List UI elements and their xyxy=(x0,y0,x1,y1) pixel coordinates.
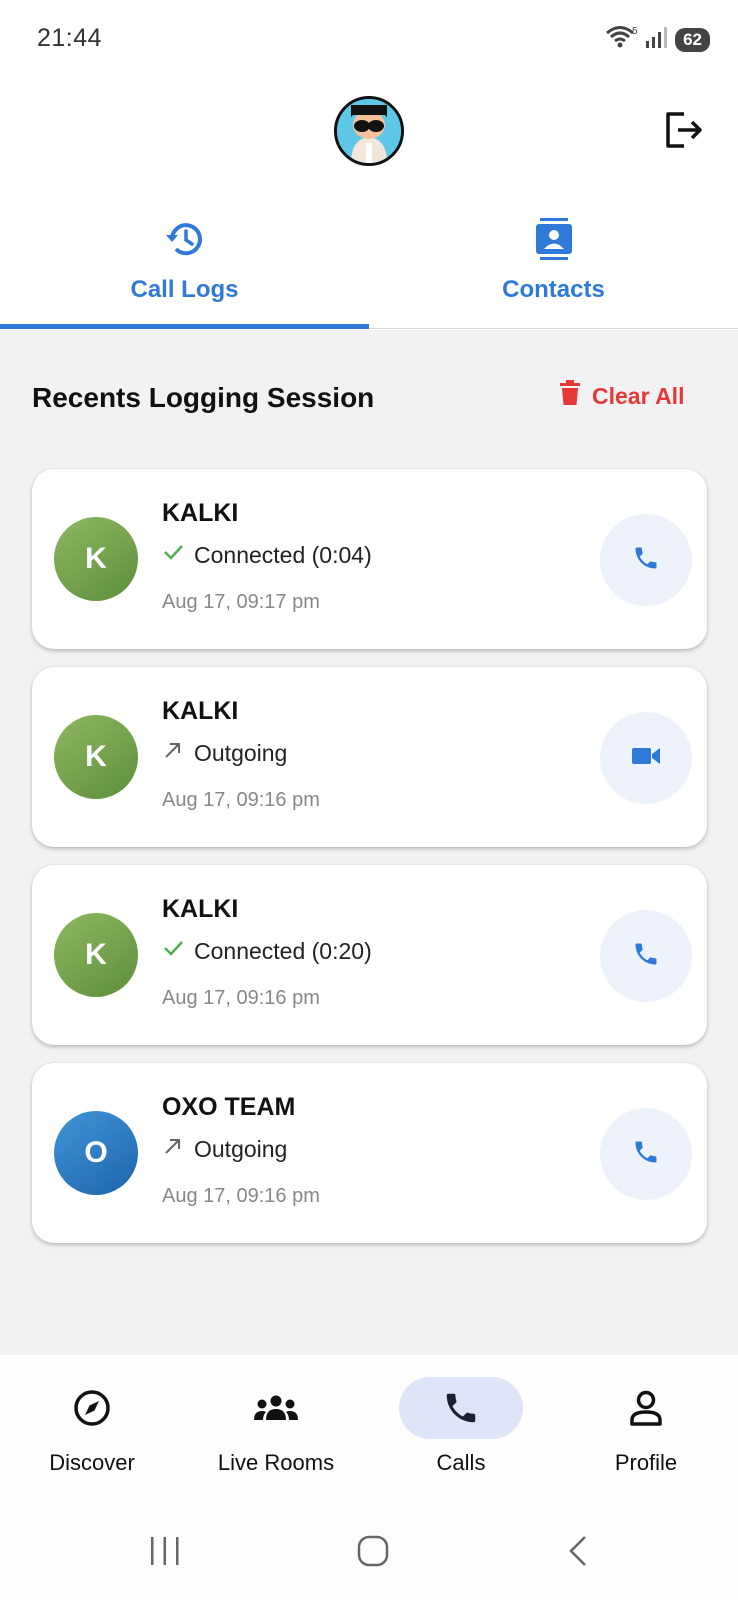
phone-icon xyxy=(632,544,660,577)
wifi-icon: 5 xyxy=(605,24,639,55)
call-back-button[interactable] xyxy=(600,910,692,1002)
bottom-navigation: Discover Live Rooms Calls Profile xyxy=(0,1355,738,1500)
group-icon xyxy=(214,1377,338,1439)
tab-contacts[interactable]: Contacts xyxy=(369,196,738,329)
status-icons: 5 62 xyxy=(605,24,710,55)
nav-profile[interactable]: Profile xyxy=(554,1355,738,1500)
call-time: Aug 17, 09:17 pm xyxy=(162,591,320,613)
contact-avatar: O xyxy=(54,1111,138,1195)
tab-call-logs[interactable]: Call Logs xyxy=(0,196,369,329)
user-avatar[interactable] xyxy=(334,96,404,166)
video-call-button[interactable] xyxy=(600,712,692,804)
call-status: Outgoing xyxy=(162,739,287,767)
nav-label: Calls xyxy=(436,1450,486,1475)
status-time: 21:44 xyxy=(37,24,103,52)
call-back-button[interactable] xyxy=(600,514,692,606)
nav-calls[interactable]: Calls xyxy=(369,1355,553,1500)
call-status-text: Outgoing xyxy=(194,1135,288,1162)
call-status-text: Connected (0:20) xyxy=(194,937,372,964)
clear-all-label: Clear All xyxy=(592,382,685,409)
call-status: Connected (0:04) xyxy=(162,541,372,569)
contact-avatar: K xyxy=(54,913,138,997)
call-log-card[interactable]: K KALKI Connected (0:20) Aug 17, 09:16 p… xyxy=(32,865,707,1045)
signal-icon xyxy=(645,25,669,54)
outgoing-arrow-icon xyxy=(162,1135,184,1163)
tab-bar: Call Logs Contacts xyxy=(0,196,738,329)
contact-avatar: K xyxy=(54,715,138,799)
tab-active-indicator xyxy=(0,324,369,329)
phone-icon xyxy=(632,940,660,973)
contact-card-icon xyxy=(369,216,738,262)
section-title: Recents Logging Session xyxy=(32,382,375,413)
clear-all-button[interactable]: Clear All xyxy=(560,380,684,412)
call-log-card[interactable]: K KALKI Outgoing Aug 17, 09:16 pm xyxy=(32,667,707,847)
call-time: Aug 17, 09:16 pm xyxy=(162,1185,320,1207)
call-log-card[interactable]: K KALKI Connected (0:04) Aug 17, 09:17 p… xyxy=(32,469,707,649)
call-log-card[interactable]: O OXO TEAM Outgoing Aug 17, 09:16 pm xyxy=(32,1063,707,1243)
call-status-text: Connected (0:04) xyxy=(194,541,372,568)
status-bar: 21:44 5 62 xyxy=(0,0,738,78)
nav-label: Live Rooms xyxy=(217,1450,335,1475)
system-navigation-bar xyxy=(0,1500,738,1600)
call-log-content: Recents Logging Session Clear All K KALK… xyxy=(0,330,738,1355)
app-header xyxy=(0,78,738,196)
contact-name: OXO TEAM xyxy=(162,1093,296,1121)
trash-icon xyxy=(560,380,580,412)
outgoing-arrow-icon xyxy=(162,739,184,767)
phone-icon xyxy=(399,1377,523,1439)
check-icon xyxy=(162,937,184,965)
recent-apps-icon[interactable] xyxy=(148,1536,182,1571)
battery-indicator: 62 xyxy=(675,27,710,52)
tab-label: Contacts xyxy=(502,276,605,303)
call-status-text: Outgoing xyxy=(194,739,288,766)
contact-name: KALKI xyxy=(162,895,239,923)
svg-text:5: 5 xyxy=(632,26,638,37)
video-camera-icon xyxy=(631,745,661,772)
home-icon[interactable] xyxy=(356,1534,390,1573)
call-status: Outgoing xyxy=(162,1135,287,1163)
call-time: Aug 17, 09:16 pm xyxy=(162,789,320,811)
contact-name: KALKI xyxy=(162,697,239,725)
contact-avatar: K xyxy=(54,517,138,601)
check-icon xyxy=(162,541,184,569)
nav-discover[interactable]: Discover xyxy=(0,1355,184,1500)
compass-icon xyxy=(30,1377,154,1439)
call-status: Connected (0:20) xyxy=(162,937,372,965)
history-icon xyxy=(0,216,369,262)
nav-label: Discover xyxy=(49,1450,135,1475)
nav-label: Profile xyxy=(614,1450,678,1475)
person-icon xyxy=(584,1377,708,1439)
phone-icon xyxy=(632,1138,660,1171)
nav-live-rooms[interactable]: Live Rooms xyxy=(184,1355,368,1500)
call-time: Aug 17, 09:16 pm xyxy=(162,987,320,1009)
back-icon[interactable] xyxy=(566,1534,590,1573)
tab-label: Call Logs xyxy=(130,276,239,303)
logout-icon[interactable] xyxy=(662,108,706,152)
call-back-button[interactable] xyxy=(600,1108,692,1200)
contact-name: KALKI xyxy=(162,499,239,527)
